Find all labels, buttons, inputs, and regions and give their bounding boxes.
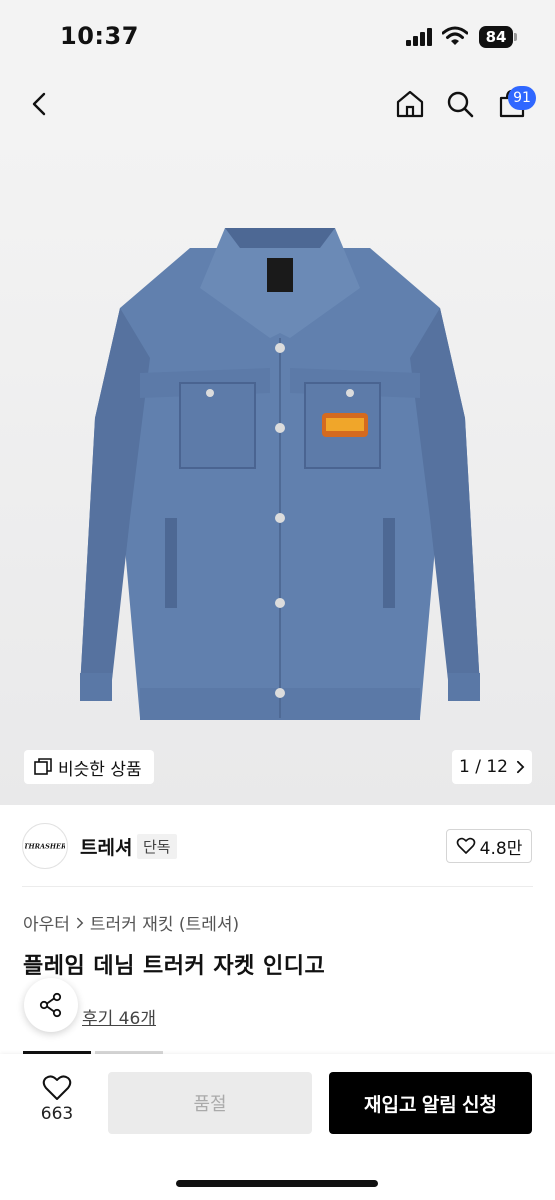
home-icon: [396, 90, 424, 118]
brand-name[interactable]: 트레셔: [80, 833, 132, 860]
share-icon: [39, 992, 62, 1018]
similar-products-label: 비슷한 상품: [58, 759, 142, 780]
brand-logo[interactable]: THRASHER: [22, 823, 68, 869]
brand-like-count: 4.8만: [479, 838, 523, 859]
breadcrumb-item[interactable]: 트러커 재킷 (트레셔): [90, 910, 239, 935]
heart-icon: [456, 837, 475, 854]
chevron-right-icon: [76, 917, 84, 928]
product-image-denim-jacket: [80, 228, 480, 720]
product-title: 플레임 데님 트러커 자켓 인디고: [23, 954, 326, 979]
exclusive-badge: 단독: [137, 834, 177, 859]
review-count-link[interactable]: 후기 46개: [82, 1004, 156, 1029]
wishlist-button[interactable]: 663: [22, 1074, 92, 1134]
breadcrumb-item[interactable]: 아우터: [23, 910, 70, 935]
image-pager-button[interactable]: 1 / 12: [452, 750, 532, 784]
section-divider: [22, 886, 533, 887]
status-time: 10:37: [60, 22, 139, 50]
bottom-action-bar: 663 품절 재입고 알림 신청: [0, 1054, 555, 1200]
brand-row: THRASHER 트레셔 단독 4.8만: [0, 805, 555, 887]
chevron-right-icon: [516, 760, 525, 774]
restock-notify-button[interactable]: 재입고 알림 신청: [329, 1072, 532, 1134]
copy-icon: [34, 758, 52, 775]
home-button[interactable]: [390, 84, 430, 124]
breadcrumb: 아우터 트러커 재킷 (트레셔): [23, 910, 239, 935]
wifi-icon: [442, 26, 468, 45]
cart-count-badge: 91: [508, 86, 536, 110]
search-button[interactable]: [440, 84, 480, 124]
back-button[interactable]: [20, 84, 60, 124]
chevron-left-icon: [32, 92, 46, 116]
top-navigation: 91: [0, 72, 555, 138]
share-button[interactable]: [24, 978, 78, 1032]
home-indicator: [176, 1180, 378, 1187]
heart-icon: [42, 1075, 72, 1100]
cellular-signal-icon: [406, 28, 432, 46]
sold-out-button: 품절: [108, 1072, 312, 1134]
wishlist-count: 663: [40, 1104, 74, 1124]
brand-logo-mark: THRASHER: [25, 843, 65, 851]
search-icon: [447, 91, 474, 118]
battery-level: 84: [479, 26, 513, 48]
status-bar: 10:37 84: [0, 0, 555, 72]
image-page-indicator: 1 / 12: [459, 757, 508, 777]
battery-tip: [514, 33, 517, 41]
product-image-gallery[interactable]: 비슷한 상품 1 / 12: [0, 138, 555, 805]
battery-indicator: 84: [479, 26, 517, 48]
svg-text:THRASHER: THRASHER: [25, 843, 65, 851]
similar-products-button[interactable]: 비슷한 상품: [24, 750, 154, 784]
brand-like-button[interactable]: 4.8만: [446, 829, 532, 863]
